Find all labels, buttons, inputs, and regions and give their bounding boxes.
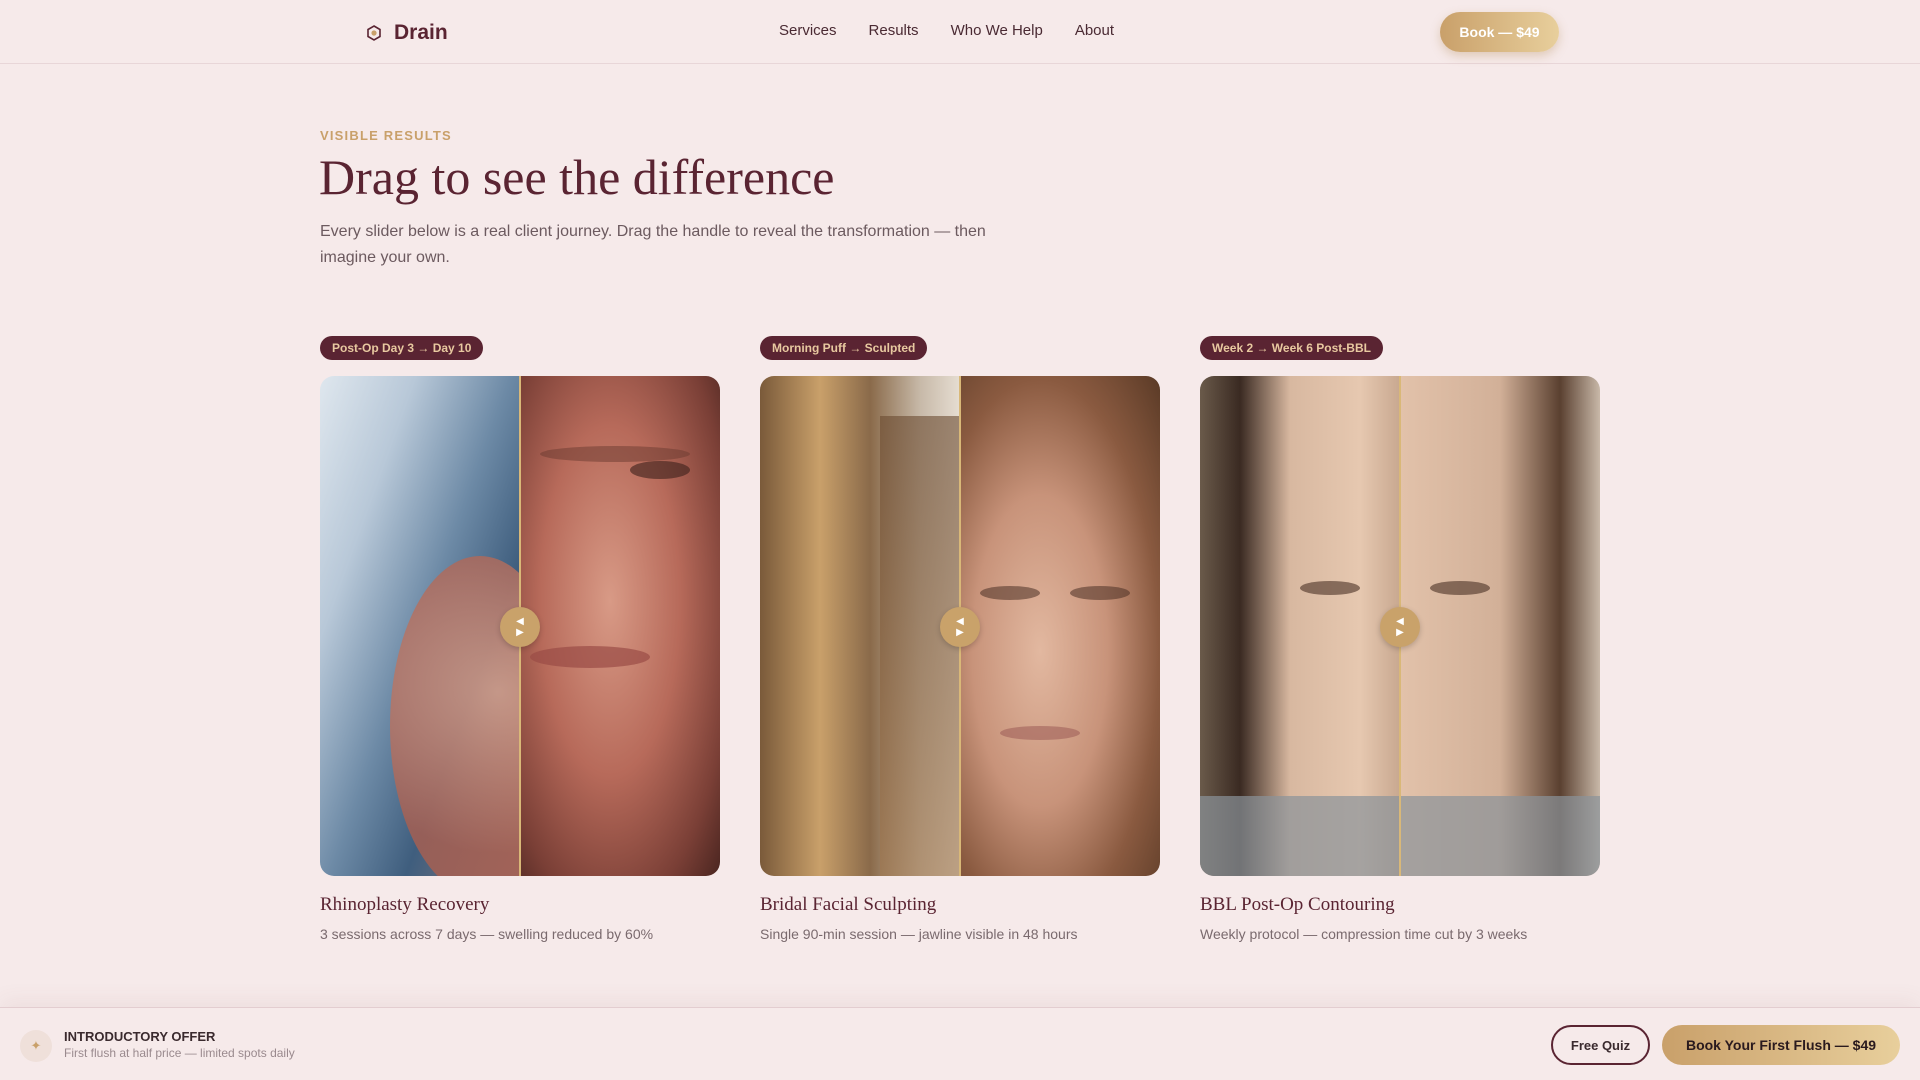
nav-results[interactable]: Results [869, 22, 919, 39]
result-description: 3 sessions across 7 days — swelling redu… [320, 926, 654, 942]
after-image [1400, 376, 1600, 876]
arrow-left-icon: ◀ [516, 616, 524, 627]
book-first-flush-button[interactable]: Book Your First Flush — $49 [1662, 1025, 1900, 1065]
arrow-right-icon: ▶ [956, 627, 964, 638]
before-after-slider[interactable]: ◀ ▶ [320, 376, 720, 876]
hexagon-logo-icon [364, 23, 384, 43]
result-tag: Post-Op Day 3 → Day 10 [320, 336, 484, 360]
main-nav: Services Results Who We Help About [779, 22, 1114, 39]
result-tag: Morning Puff → Sculpted [760, 336, 928, 360]
result-title: Bridal Facial Sculpting [760, 894, 937, 915]
arrow-right-icon: ▶ [1396, 627, 1404, 638]
nav-services[interactable]: Services [779, 22, 837, 39]
page-subtitle: Every slider below is a real client jour… [320, 223, 986, 266]
before-after-slider[interactable]: ◀ ▶ [1200, 376, 1600, 876]
nav-about[interactable]: About [1075, 22, 1114, 39]
result-description: Weekly protocol — compression time cut b… [1200, 926, 1528, 942]
sticky-offer-bar: ✦ INTRODUCTORY OFFER First flush at half… [0, 1007, 1920, 1080]
sparkle-icon: ✦ [20, 1030, 52, 1062]
nav-who-we-help[interactable]: Who We Help [951, 22, 1043, 39]
slider-handle[interactable]: ◀ ▶ [940, 607, 980, 647]
result-card: Week 2 → Week 6 Post-BBL ◀ ▶ BBL Post-Op… [1200, 336, 1600, 942]
free-quiz-button[interactable]: Free Quiz [1551, 1025, 1650, 1065]
brand-name: Drain [394, 21, 448, 44]
after-image [960, 376, 1160, 876]
arrow-right-icon: ▶ [516, 627, 524, 638]
offer-title: INTRODUCTORY OFFER [64, 1029, 216, 1044]
site-header: Drain Services Results Who We Help About… [0, 0, 1920, 64]
section-eyebrow: VISIBLE RESULTS [320, 128, 452, 143]
result-card: Post-Op Day 3 → Day 10 ◀ ▶ Rhinoplasty R… [320, 336, 720, 942]
result-tag: Week 2 → Week 6 Post-BBL [1200, 336, 1383, 360]
offer-subtitle: First flush at half price — limited spot… [64, 1046, 295, 1060]
slider-handle[interactable]: ◀ ▶ [500, 607, 540, 647]
result-title: Rhinoplasty Recovery [320, 894, 490, 915]
after-image [520, 376, 720, 876]
brand-logo[interactable]: Drain [364, 20, 448, 46]
result-card: Morning Puff → Sculpted ◀ ▶ Bridal Facia… [760, 336, 1160, 942]
before-after-slider[interactable]: ◀ ▶ [760, 376, 1160, 876]
page-title: Drag to see the difference [319, 149, 835, 205]
result-description: Single 90-min session — jawline visible … [760, 926, 1078, 942]
before-image [1200, 376, 1400, 876]
arrow-left-icon: ◀ [956, 616, 964, 627]
arrow-left-icon: ◀ [1396, 616, 1404, 627]
header-book-button[interactable]: Book — $49 [1440, 12, 1559, 52]
before-image [320, 376, 570, 876]
before-image [760, 376, 1000, 876]
result-title: BBL Post-Op Contouring [1200, 894, 1395, 915]
slider-handle[interactable]: ◀ ▶ [1380, 607, 1420, 647]
